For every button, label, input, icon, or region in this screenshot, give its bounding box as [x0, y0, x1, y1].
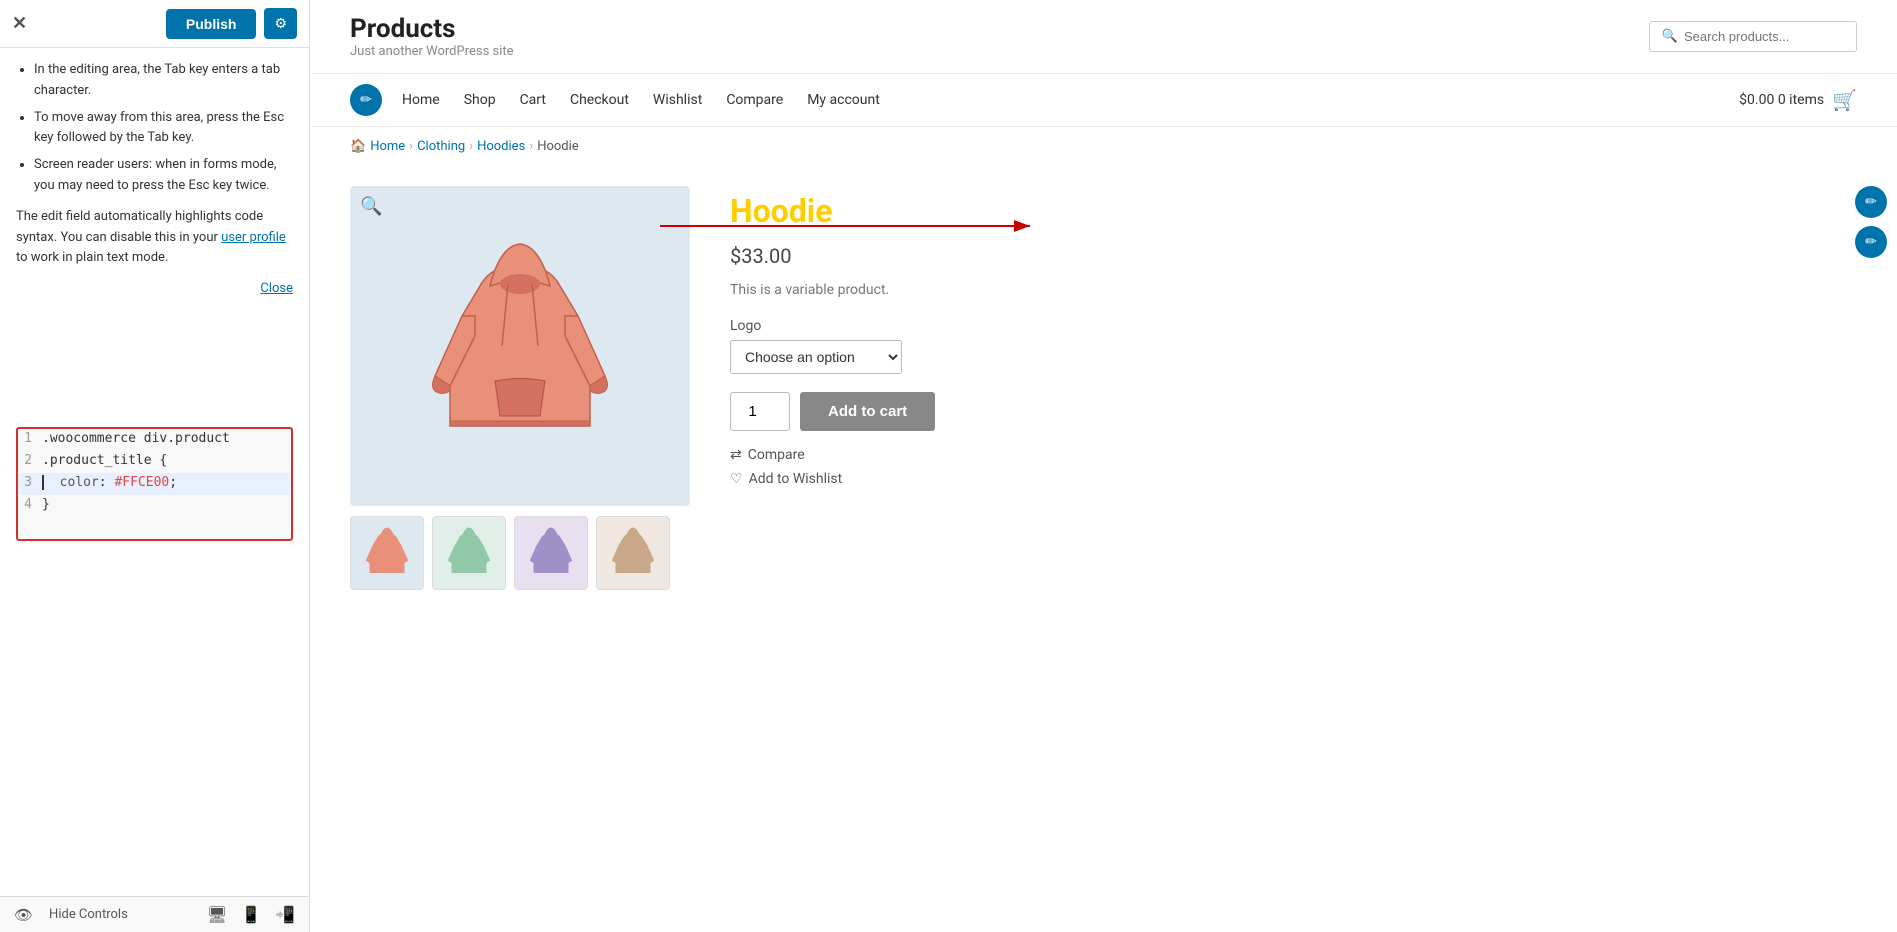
breadcrumb: 🏠 Home › Clothing › Hoodies › Hoodie [310, 127, 1897, 166]
code-editor[interactable]: 1 .woocommerce div.product 2 .product_ti… [16, 427, 293, 541]
thumbnail-row [350, 516, 690, 590]
nav-links: Home Shop Cart Checkout Wishlist Compare… [402, 92, 1739, 108]
mobile-icon[interactable]: 📲 [275, 905, 295, 924]
product-images: 🔍 [350, 186, 690, 590]
code-line-5 [18, 517, 291, 539]
add-to-cart-button[interactable]: Add to cart [800, 392, 935, 431]
close-x-button[interactable]: ✕ [12, 13, 27, 34]
breadcrumb-current: Hoodie [537, 139, 579, 154]
tablet-icon[interactable]: 📱 [241, 905, 261, 924]
edit-pencil-top[interactable]: ✏ [1855, 186, 1887, 218]
close-link[interactable]: Close [16, 279, 293, 300]
search-input[interactable] [1684, 29, 1844, 44]
breadcrumb-home[interactable]: Home [370, 139, 405, 154]
code-line-3: 3 color: #FFCE00; [18, 473, 291, 495]
breadcrumb-hoodies[interactable]: Hoodies [477, 139, 525, 154]
device-icons: 🖥 📱 📲 [207, 905, 295, 924]
site-tagline: Just another WordPress site [350, 44, 1649, 59]
edit-pencil-bottom[interactable]: ✏ [1855, 226, 1887, 258]
nav-cart[interactable]: Cart [520, 92, 546, 108]
edit-pencils: ✏ ✏ [1855, 186, 1887, 258]
instruction-1: In the editing area, the Tab key enters … [34, 60, 293, 102]
thumbnail-3[interactable] [514, 516, 588, 590]
nav-wishlist[interactable]: Wishlist [653, 92, 702, 108]
site-title-block: Products Just another WordPress site [350, 14, 1649, 59]
hoodie-illustration [420, 226, 620, 466]
cart-amount: $0.00 0 items [1739, 92, 1824, 108]
search-box[interactable]: 🔍 [1649, 21, 1857, 52]
main-area: Products Just another WordPress site 🔍 ✏… [310, 0, 1897, 932]
add-to-cart-row: 1 Add to cart [730, 392, 1857, 431]
editor-description: The edit field automatically highlights … [16, 207, 293, 269]
variation-select[interactable]: Choose an option Yes No [730, 340, 902, 374]
code-line-4: 4 } [18, 495, 291, 517]
nav-logo[interactable]: ✏ [350, 84, 382, 116]
gear-button[interactable]: ⚙ [264, 8, 297, 39]
instruction-3: Screen reader users: when in forms mode,… [34, 155, 293, 197]
site-title: Products [350, 14, 1649, 44]
nav-compare[interactable]: Compare [726, 92, 783, 108]
left-instructions: In the editing area, the Tab key enters … [0, 48, 309, 415]
compare-icon: ⇄ [730, 447, 742, 463]
desktop-icon[interactable]: 🖥 [207, 905, 227, 924]
left-panel: ✕ Publish ⚙ In the editing area, the Tab… [0, 0, 310, 932]
wishlist-link[interactable]: ♡ Add to Wishlist [730, 471, 1857, 487]
main-product-image[interactable]: 🔍 [350, 186, 690, 506]
breadcrumb-clothing[interactable]: Clothing [417, 139, 465, 154]
bottom-bar: 👁 Hide Controls 🖥 📱 📲 [0, 896, 309, 932]
nav-home[interactable]: Home [402, 92, 440, 108]
nav-myaccount[interactable]: My account [807, 92, 880, 108]
instruction-2: To move away from this area, press the E… [34, 108, 293, 150]
cart-area: $0.00 0 items 🛒 [1739, 88, 1857, 112]
search-icon: 🔍 [1662, 29, 1678, 44]
quantity-input[interactable]: 1 [730, 392, 790, 431]
code-line-2: 2 .product_title { [18, 451, 291, 473]
site-header: Products Just another WordPress site 🔍 [310, 0, 1897, 74]
hide-controls-button[interactable]: Hide Controls [49, 907, 128, 922]
eye-icon: 👁 [14, 906, 33, 924]
zoom-icon[interactable]: 🔍 [360, 196, 382, 217]
variation-label: Logo [730, 318, 1857, 334]
heart-icon: ♡ [730, 471, 743, 487]
product-title: Hoodie [730, 192, 1857, 230]
compare-link[interactable]: ⇄ Compare [730, 447, 1857, 463]
product-price: $33.00 [730, 244, 1857, 268]
thumbnail-4[interactable] [596, 516, 670, 590]
thumbnail-1[interactable] [350, 516, 424, 590]
nav-checkout[interactable]: Checkout [570, 92, 629, 108]
nav-shop[interactable]: Shop [464, 92, 496, 108]
product-description: This is a variable product. [730, 282, 1857, 298]
product-details: Hoodie $33.00 This is a variable product… [730, 186, 1857, 590]
publish-button[interactable]: Publish [166, 9, 257, 39]
user-profile-link[interactable]: user profile [221, 230, 286, 245]
thumbnail-2[interactable] [432, 516, 506, 590]
nav-bar: ✏ Home Shop Cart Checkout Wishlist Compa… [310, 74, 1897, 127]
code-line-1: 1 .woocommerce div.product [18, 429, 291, 451]
product-actions: ⇄ Compare ♡ Add to Wishlist [730, 447, 1857, 487]
top-bar: ✕ Publish ⚙ [0, 0, 309, 48]
product-section: 🔍 [310, 166, 1897, 620]
cart-icon[interactable]: 🛒 [1832, 88, 1857, 112]
breadcrumb-home-icon: 🏠 [350, 139, 366, 154]
